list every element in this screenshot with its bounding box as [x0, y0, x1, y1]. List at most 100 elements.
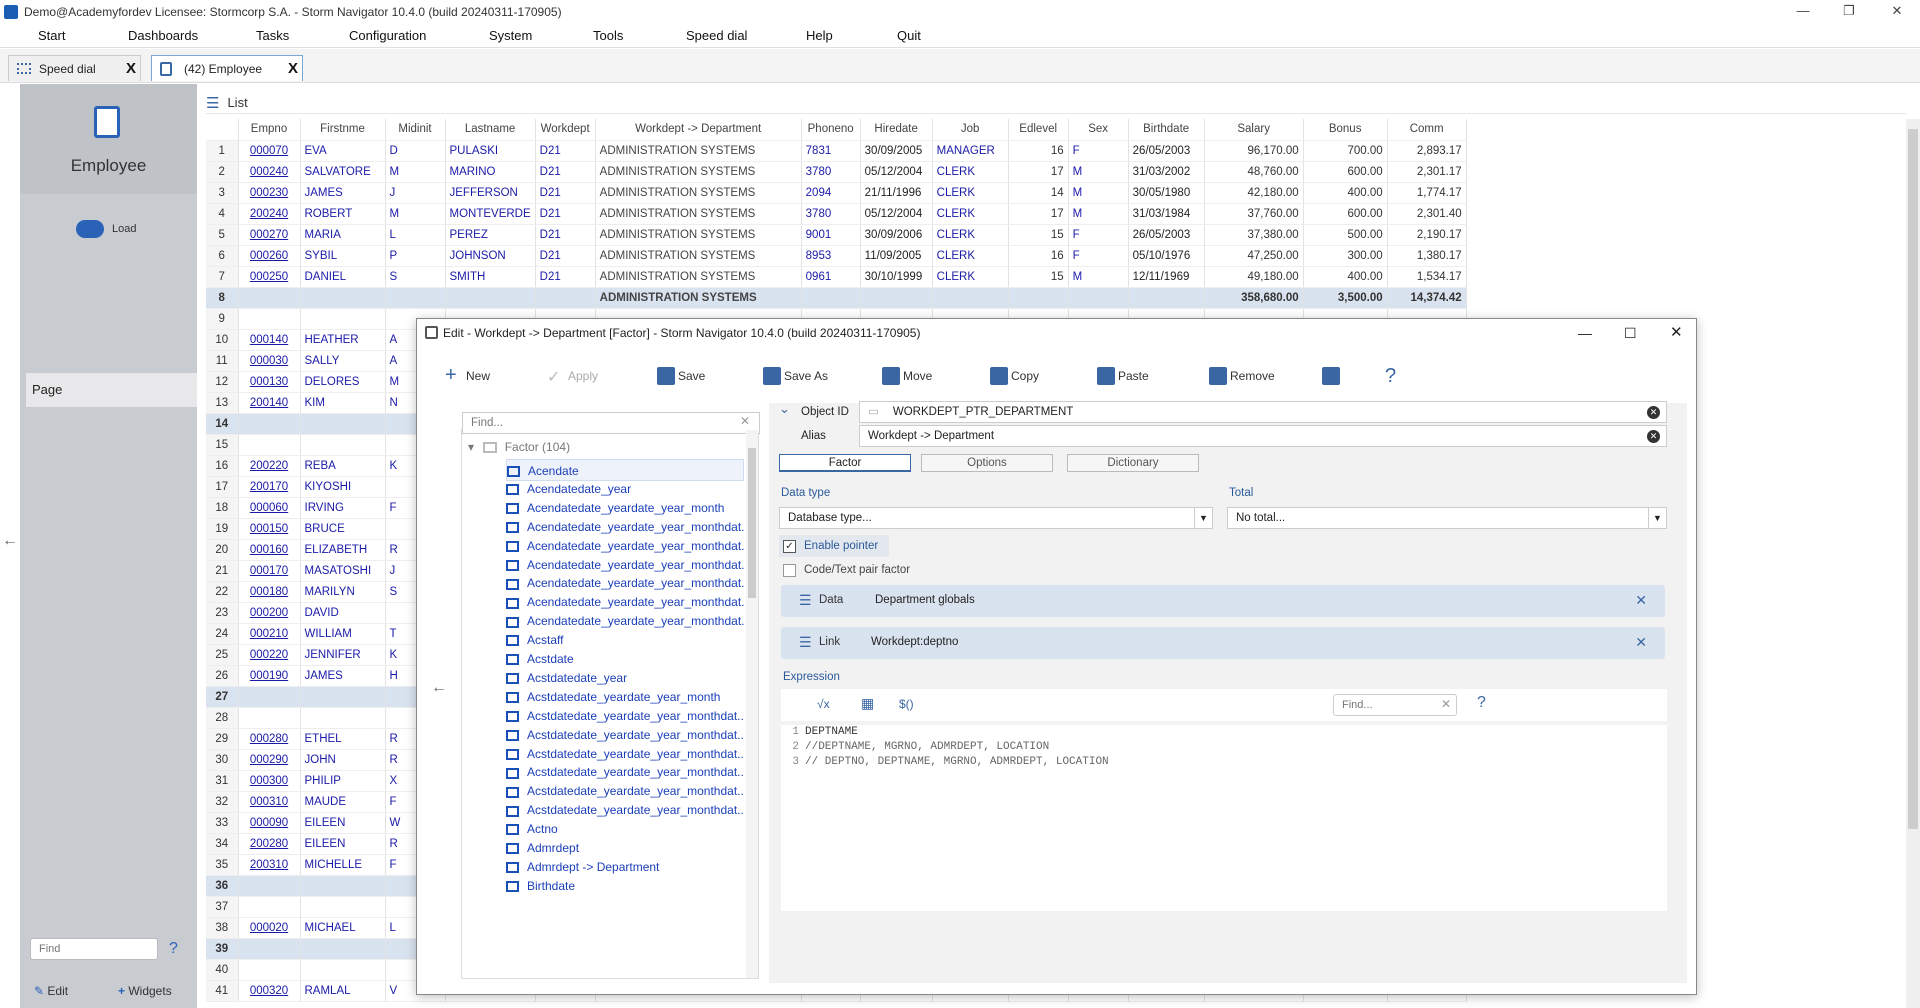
clear-expression-find-icon[interactable]: ✕: [1441, 697, 1451, 711]
table-cell[interactable]: 000130: [238, 371, 301, 393]
help-icon[interactable]: ?: [169, 940, 178, 958]
close-tab-icon[interactable]: X: [288, 60, 298, 77]
table-cell[interactable]: [238, 938, 301, 960]
page-nav-item[interactable]: Page: [26, 373, 197, 407]
code-line[interactable]: 3 // DEPTNO, DEPTNAME, MGRNO, ADMRDEPT, L…: [781, 755, 1667, 770]
object-id-field[interactable]: ▭ WORKDEPT_PTR_DEPARTMENT ✕: [859, 401, 1667, 423]
menu-quit[interactable]: Quit: [897, 28, 921, 43]
column-header[interactable]: Hiredate: [860, 119, 933, 141]
code-line[interactable]: 2 //DEPTNAME, MGRNO, ADMRDEPT, LOCATION: [781, 740, 1667, 755]
table-cell[interactable]: 000030: [238, 350, 301, 372]
dialog-maximize-button[interactable]: ☐: [1624, 319, 1637, 347]
table-cell[interactable]: [238, 413, 301, 435]
table-cell[interactable]: 000250: [238, 266, 301, 288]
table-cell[interactable]: 000210: [238, 623, 301, 645]
dropdown-arrow-icon[interactable]: ▼: [1194, 508, 1212, 528]
tab-dictionary[interactable]: Dictionary: [1067, 454, 1199, 472]
tree-root[interactable]: ▾ Factor (104): [468, 436, 570, 458]
table-cell[interactable]: 000150: [238, 518, 301, 540]
table-cell[interactable]: [238, 686, 301, 708]
tab-options[interactable]: Options: [921, 454, 1053, 472]
table-cell[interactable]: 000180: [238, 581, 301, 603]
table-row[interactable]: 4 200240 ROBERT M MONTEVERDE D21 ADMINISTRATIO…: [206, 203, 1467, 225]
tab-employee[interactable]: (42) Employee X: [151, 55, 303, 81]
dialog-minimize-button[interactable]: —: [1578, 319, 1592, 347]
back-arrow-icon[interactable]: ←: [2, 532, 18, 550]
remove-data-icon[interactable]: ✕: [1635, 592, 1647, 609]
clear-object-id-icon[interactable]: ✕: [1647, 406, 1660, 419]
column-header[interactable]: Salary: [1204, 119, 1304, 141]
column-header[interactable]: Job: [932, 119, 1009, 141]
table-cell[interactable]: 000320: [238, 980, 301, 1002]
column-header[interactable]: Birthdate: [1128, 119, 1205, 141]
clear-find-icon[interactable]: ✕: [740, 414, 750, 428]
column-header[interactable]: Empno: [238, 119, 301, 141]
total-select[interactable]: No total... ▼: [1227, 507, 1667, 529]
save-button[interactable]: Save: [657, 359, 705, 393]
code-text-checkbox[interactable]: Code/Text pair factor: [779, 559, 910, 581]
menu-system[interactable]: System: [489, 28, 532, 43]
table-cell[interactable]: 000070: [238, 140, 301, 162]
dropdown-arrow-icon[interactable]: ▼: [1648, 508, 1666, 528]
table-cell[interactable]: 000270: [238, 224, 301, 246]
table-cell[interactable]: [238, 287, 301, 309]
vertical-scrollbar[interactable]: [1906, 119, 1920, 1008]
table-row[interactable]: 1 000070 EVA D PULASKI D21 ADMINISTRATION SYST…: [206, 140, 1467, 162]
clear-alias-icon[interactable]: ✕: [1647, 430, 1660, 443]
column-header[interactable]: Phoneno: [801, 119, 861, 141]
tree-scrollbar[interactable]: [746, 430, 758, 978]
dialog-close-button[interactable]: ✕: [1670, 319, 1683, 347]
data-row[interactable]: ☰ Data Department globals ✕: [781, 585, 1665, 617]
tab-factor[interactable]: Factor: [779, 454, 911, 472]
expression-editor[interactable]: 1 DEPTNAME 2 //DEPTNAME, MGRNO, ADMRDEPT, L…: [781, 725, 1667, 911]
table-cell[interactable]: 000300: [238, 770, 301, 792]
expression-help-icon[interactable]: ?: [1477, 694, 1486, 712]
table-cell[interactable]: 000140: [238, 329, 301, 351]
remove-button[interactable]: Remove: [1209, 359, 1275, 393]
dialog-help-button[interactable]: ?: [1385, 359, 1396, 393]
table-cell[interactable]: 000230: [238, 182, 301, 204]
close-window-button[interactable]: ✕: [1874, 0, 1920, 23]
load-button[interactable]: Load: [76, 220, 136, 238]
code-line[interactable]: 1 DEPTNAME: [781, 725, 1667, 740]
menu-tasks[interactable]: Tasks: [256, 28, 289, 43]
table-icon[interactable]: ▦: [861, 695, 874, 712]
sidebar-find-input[interactable]: [30, 938, 158, 960]
column-header[interactable]: Workdept -> Department: [595, 119, 802, 141]
column-header[interactable]: Bonus: [1303, 119, 1388, 141]
table-cell[interactable]: 000020: [238, 917, 301, 939]
table-cell[interactable]: 000200: [238, 602, 301, 624]
formula-icon[interactable]: √x: [817, 697, 830, 711]
scroll-thumb[interactable]: [1908, 129, 1918, 829]
table-row[interactable]: 7 000250 DANIEL S SMITH D21 ADMINISTRATION SYS…: [206, 266, 1467, 288]
table-cell[interactable]: 000220: [238, 644, 301, 666]
column-header[interactable]: Workdept: [535, 119, 596, 141]
column-header[interactable]: Firstnme: [300, 119, 386, 141]
menu-start[interactable]: Start: [38, 28, 65, 43]
table-row[interactable]: 3 000230 JAMES J JEFFERSON D21 ADMINISTRATION …: [206, 182, 1467, 204]
table-cell[interactable]: 200220: [238, 455, 301, 477]
table-row[interactable]: 8 ADMINISTRATION SYSTEMS 358,680.00 3,500.0…: [206, 287, 1467, 309]
table-cell[interactable]: 200240: [238, 203, 301, 225]
table-cell[interactable]: 000170: [238, 560, 301, 582]
menu-speed-dial[interactable]: Speed dial: [686, 28, 747, 43]
table-cell[interactable]: 000090: [238, 812, 301, 834]
table-cell[interactable]: [238, 434, 301, 456]
list-menu-icon[interactable]: ☰: [206, 94, 219, 112]
table-cell[interactable]: 000160: [238, 539, 301, 561]
tree-item[interactable]: Birthdate: [506, 875, 744, 897]
table-cell[interactable]: [238, 707, 301, 729]
table-cell[interactable]: [238, 875, 301, 897]
variable-icon[interactable]: $(): [899, 697, 914, 711]
menu-configuration[interactable]: Configuration: [349, 28, 426, 43]
new-button[interactable]: + New: [445, 359, 490, 393]
data-type-select[interactable]: Database type... ▼: [779, 507, 1213, 529]
table-cell[interactable]: 200170: [238, 476, 301, 498]
table-row[interactable]: 2 000240 SALVATORE M MARINO D21 ADMINISTRATION…: [206, 161, 1467, 183]
minimize-button[interactable]: —: [1780, 0, 1826, 23]
paste-button[interactable]: Paste: [1097, 359, 1149, 393]
alias-field[interactable]: Workdept -> Department ✕: [859, 425, 1667, 447]
document-button[interactable]: [1322, 359, 1343, 393]
table-cell[interactable]: 000280: [238, 728, 301, 750]
table-cell[interactable]: 000290: [238, 749, 301, 771]
